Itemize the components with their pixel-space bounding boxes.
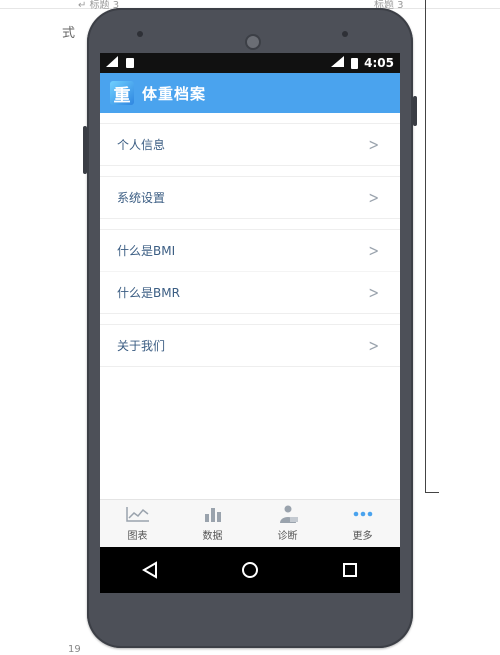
status-time: 4:05 xyxy=(364,56,394,70)
chevron-right-icon: > xyxy=(367,336,379,355)
home-button[interactable] xyxy=(238,558,262,582)
menu-group-about: 关于我们 > xyxy=(100,324,400,367)
menu-item-about-us[interactable]: 关于我们 > xyxy=(100,325,400,366)
status-bar: 4:05 xyxy=(100,53,400,73)
home-circle-icon xyxy=(242,562,258,578)
menu-item-label: 什么是BMI xyxy=(117,244,176,258)
tab-data[interactable]: 数据 xyxy=(175,500,250,547)
sd-card-icon xyxy=(126,58,134,68)
lte-signal-icon xyxy=(331,56,345,70)
system-nav-bar xyxy=(100,547,400,593)
recent-square-icon xyxy=(343,563,357,577)
menu-item-label: 关于我们 xyxy=(117,339,166,353)
settings-menu: 个人信息 > 系统设置 > 什么是BMI > 什么是BMR > 关于我们 > xyxy=(100,123,400,367)
earpiece-speaker xyxy=(245,34,261,50)
app-bar: 重 体重档案 xyxy=(100,73,400,113)
back-triangle-icon xyxy=(142,561,157,579)
front-camera xyxy=(342,31,348,37)
app-title: 体重档案 xyxy=(142,84,207,103)
proximity-sensor xyxy=(137,31,143,37)
tab-label: 更多 xyxy=(352,531,373,542)
bottom-tab-bar: 图表 数据 诊断 更多 xyxy=(100,499,400,547)
chevron-right-icon: > xyxy=(367,241,379,260)
editor-side-text: 式 xyxy=(62,26,76,41)
back-button[interactable] xyxy=(138,558,162,582)
power-button xyxy=(413,96,417,126)
menu-item-label: 系统设置 xyxy=(117,191,166,205)
editor-page-border xyxy=(425,0,439,493)
menu-item-system-settings[interactable]: 系统设置 > xyxy=(100,177,400,218)
menu-item-label: 什么是BMR xyxy=(117,286,180,300)
bar-chart-icon xyxy=(204,508,221,522)
tab-label: 图表 xyxy=(127,531,148,542)
phone-screen: 4:05 重 体重档案 个人信息 > 系统设置 > 什么是BMI > 什么是BM… xyxy=(100,53,400,593)
phone-frame: 4:05 重 体重档案 个人信息 > 系统设置 > 什么是BMI > 什么是BM… xyxy=(83,8,417,648)
chevron-right-icon: > xyxy=(367,135,379,154)
chevron-right-icon: > xyxy=(367,283,379,302)
more-dots-icon xyxy=(353,511,372,517)
signal-icon xyxy=(106,56,120,70)
battery-icon xyxy=(351,57,359,69)
tab-chart[interactable]: 图表 xyxy=(100,500,175,547)
tab-more[interactable]: 更多 xyxy=(325,500,400,547)
chevron-right-icon: > xyxy=(367,188,379,207)
tab-label: 诊断 xyxy=(277,531,298,542)
menu-item-personal-info[interactable]: 个人信息 > xyxy=(100,124,400,165)
menu-group-profile: 个人信息 > xyxy=(100,123,400,166)
menu-item-what-is-bmr[interactable]: 什么是BMR > xyxy=(100,271,400,313)
menu-group-info: 什么是BMI > 什么是BMR > xyxy=(100,229,400,314)
recent-apps-button[interactable] xyxy=(338,558,362,582)
menu-item-label: 个人信息 xyxy=(117,138,166,152)
tab-diagnosis[interactable]: 诊断 xyxy=(250,500,325,547)
menu-item-what-is-bmi[interactable]: 什么是BMI > xyxy=(100,230,400,271)
app-logo: 重 xyxy=(110,81,134,106)
editor-page-number: 19 xyxy=(68,644,81,655)
line-chart-icon xyxy=(125,507,149,522)
volume-button xyxy=(83,126,87,174)
menu-group-settings: 系统设置 > xyxy=(100,176,400,219)
doctor-icon xyxy=(279,505,298,523)
tab-label: 数据 xyxy=(202,531,223,542)
